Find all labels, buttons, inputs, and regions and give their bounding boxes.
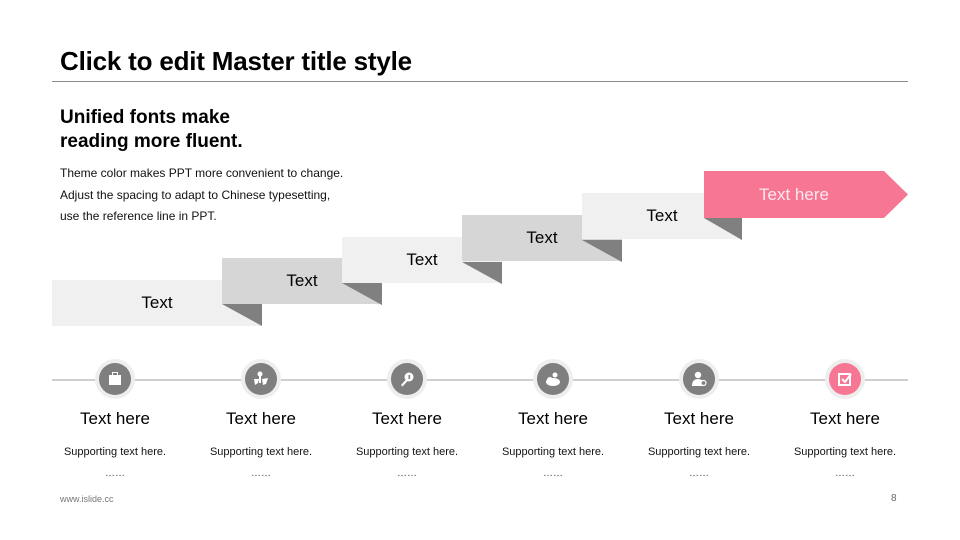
footer-url[interactable]: www.islide.cc [60, 494, 114, 504]
item-2-ellipsis: …… [251, 468, 271, 479]
cloud-user-icon [537, 363, 569, 395]
step-4-label: Text [526, 228, 558, 247]
item-6-supporting: Supporting text here. [793, 446, 897, 458]
item-4-title: Text here [518, 409, 588, 428]
step-5-label: Text [646, 206, 678, 225]
item-1-ellipsis: …… [105, 468, 125, 479]
briefcase-icon [99, 363, 131, 395]
step-1-label: Text [141, 293, 173, 312]
key-icon [391, 363, 423, 395]
item-3-title: Text here [372, 409, 442, 428]
item-5-title: Text here [664, 409, 734, 428]
item-1-supporting: Supporting text here. [63, 446, 167, 458]
item-6-title: Text here [810, 409, 880, 428]
timeline-node-3[interactable] [387, 359, 427, 399]
step-6-label: Text here [759, 184, 829, 204]
timeline-node-5[interactable] [679, 359, 719, 399]
timeline-node-2[interactable] [241, 359, 281, 399]
item-1-title: Text here [80, 409, 150, 428]
item-2-supporting: Supporting text here. [209, 446, 313, 458]
item-5-ellipsis: …… [689, 468, 709, 479]
people-stars-icon [245, 363, 277, 395]
page-number: 8 [891, 493, 897, 504]
timeline-node-4[interactable] [533, 359, 573, 399]
item-3-supporting: Supporting text here. [355, 446, 459, 458]
step-6-banner[interactable]: Text here [704, 171, 908, 218]
timeline-node-1[interactable] [95, 359, 135, 399]
item-4-supporting: Supporting text here. [501, 446, 605, 458]
item-3-ellipsis: …… [397, 468, 417, 479]
item-6-ellipsis: …… [835, 468, 855, 479]
checkbox-icon [829, 363, 861, 395]
item-2-title: Text here [226, 409, 296, 428]
timeline-node-6[interactable] [825, 359, 865, 399]
item-5-supporting: Supporting text here. [647, 446, 751, 458]
timeline-line [52, 379, 908, 381]
item-4-ellipsis: …… [543, 468, 563, 479]
step-3-label: Text [406, 250, 438, 269]
step-2-label: Text [286, 271, 318, 290]
user-settings-icon [683, 363, 715, 395]
